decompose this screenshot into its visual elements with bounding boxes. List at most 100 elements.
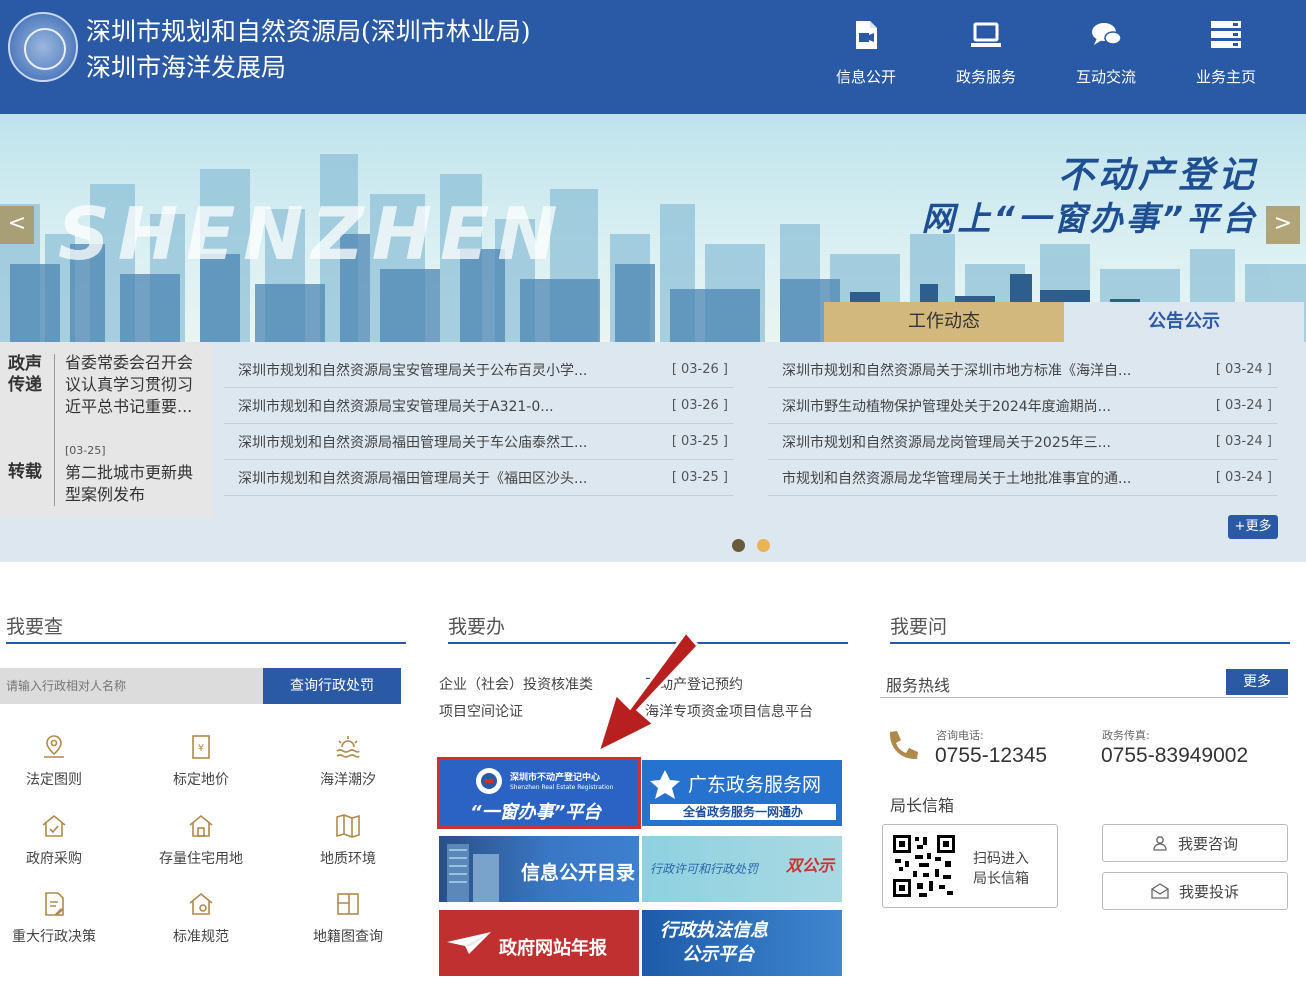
tile-guangdong-services[interactable]: 广东政务服务网 全省政务服务一网通办 xyxy=(642,760,842,826)
mailbox-title: 局长信箱 xyxy=(890,796,955,815)
query-item-standards[interactable]: 标准规范 xyxy=(141,890,261,946)
news-date: [ 03-24 ] xyxy=(1215,362,1272,377)
tile-one-window-platform[interactable]: 深圳市不动产登记中心 Shenzhen Real Estate Registra… xyxy=(437,757,641,829)
tab-announcements[interactable]: 公告公示 xyxy=(1064,302,1304,342)
penalty-search-button[interactable]: 查询行政处罚 xyxy=(263,668,401,704)
news-row[interactable]: 深圳市规划和自然资源局宝安管理局关于A321-0... [ 03-26 ] xyxy=(224,388,734,424)
bureau-emblem xyxy=(8,12,78,82)
hotline-header: 服务热线 更多 xyxy=(880,666,1288,698)
tile-title: “一窗办事”平台 xyxy=(470,802,602,823)
query-item-geology[interactable]: 地质环境 xyxy=(288,812,408,868)
section-title-text: 我要查 xyxy=(6,616,64,638)
query-item-land-price[interactable]: ¥ 标定地价 xyxy=(141,733,261,789)
registration-center-logo-icon xyxy=(476,768,502,794)
news-row[interactable]: 深圳市规划和自然资源局龙岗管理局关于2025年三... [ 03-24 ] xyxy=(768,424,1278,460)
query-item-residential-land[interactable]: 存量住宅用地 xyxy=(141,812,261,868)
side-news-item-1[interactable]: 省委常委会召开会议认真学习贯彻习近平总书记重要... xyxy=(65,352,195,418)
nav-item-gov-services[interactable]: 政务服务 xyxy=(926,0,1046,114)
tile-title: 信息公开目录 xyxy=(521,862,636,884)
penalty-search-input[interactable] xyxy=(0,668,263,704)
section-title-text: 我要问 xyxy=(890,616,948,638)
server-stack-icon xyxy=(1211,21,1241,48)
envelope-open-icon xyxy=(1151,883,1169,899)
news-tabs: 工作动态 公告公示 xyxy=(824,302,1304,342)
sunrise-waves-icon xyxy=(336,736,360,758)
qr-caption-line: 扫码进入 xyxy=(973,851,1029,867)
tab-work-news[interactable]: 工作动态 xyxy=(824,302,1064,342)
carousel-dot-2[interactable] xyxy=(757,539,770,552)
consult-button[interactable]: 我要咨询 xyxy=(1102,824,1288,862)
query-item-major-decision[interactable]: 重大行政决策 xyxy=(0,890,114,946)
news-title: 深圳市规划和自然资源局关于深圳市地方标准《海洋自... xyxy=(782,362,1132,379)
query-item-tide[interactable]: 海洋潮汐 xyxy=(288,733,408,789)
phone-icon xyxy=(889,731,918,760)
site-title[interactable]: 深圳市规划和自然资源局(深圳市林业局) 深圳市海洋发展局 xyxy=(86,14,531,86)
news-title: 深圳市规划和自然资源局福田管理局关于车公庙泰然工... xyxy=(238,434,588,451)
user-icon xyxy=(1153,836,1167,851)
news-date: [ 03-24 ] xyxy=(1215,470,1272,485)
query-item-procurement[interactable]: 政府采购 xyxy=(0,812,114,868)
news-title: 深圳市规划和自然资源局宝安管理局关于公布百灵小学... xyxy=(238,362,588,379)
consult-button-label: 我要咨询 xyxy=(1177,834,1238,853)
hotline-more-button[interactable]: 更多 xyxy=(1226,669,1288,695)
news-row[interactable]: 深圳市规划和自然资源局关于深圳市地方标准《海洋自... [ 03-24 ] xyxy=(768,352,1278,388)
section-title-text: 我要办 xyxy=(448,616,506,638)
news-list-left: 深圳市规划和自然资源局宝安管理局关于公布百灵小学... [ 03-26 ] 深圳市… xyxy=(224,352,734,496)
query-item-label: 标准规范 xyxy=(173,929,229,945)
tile-info-catalog[interactable]: 信息公开目录 xyxy=(439,836,639,902)
news-row[interactable]: 深圳市规划和自然资源局福田管理局关于《福田区沙头... [ 03-25 ] xyxy=(224,460,734,496)
banner-next-button[interactable]: > xyxy=(1266,206,1300,244)
side-news-box: 政声传递 省委常委会召开会议认真学习贯彻习近平总书记重要... [03-25] … xyxy=(0,342,212,518)
section-title-query: 我要查 xyxy=(6,612,406,644)
paper-plane-icon xyxy=(447,932,491,954)
news-date: [ 03-26 ] xyxy=(671,362,728,377)
query-item-label: 政府采购 xyxy=(26,851,82,867)
site-title-line1: 深圳市规划和自然资源局(深圳市林业局) xyxy=(86,17,531,46)
chat-bubbles-icon xyxy=(1092,23,1122,45)
query-item-statutory-plan[interactable]: 法定图则 xyxy=(0,733,114,789)
site-title-line2: 深圳市海洋发展局 xyxy=(86,53,287,82)
document-video-icon xyxy=(856,21,877,49)
phone-number[interactable]: 0755-12345 xyxy=(935,744,1047,768)
query-item-label: 地籍图查询 xyxy=(313,929,383,945)
tile-double-publicity[interactable]: 行政许可和行政处罚 双公示 xyxy=(642,836,842,902)
side-label-reprint: 转载 xyxy=(8,462,42,482)
news-date: [ 03-24 ] xyxy=(1215,434,1272,449)
tile-title: 公示平台 xyxy=(682,944,754,965)
carousel-dot-1[interactable] xyxy=(732,539,745,552)
house-check-icon xyxy=(42,814,66,837)
news-list-right: 深圳市规划和自然资源局关于深圳市地方标准《海洋自... [ 03-24 ] 深圳市… xyxy=(768,352,1278,496)
nav-label: 信息公开 xyxy=(835,68,896,86)
nav-item-business-home[interactable]: 业务主页 xyxy=(1166,0,1286,114)
query-item-label: 法定图则 xyxy=(26,772,82,788)
folded-map-icon xyxy=(336,814,360,838)
complain-button-label: 我要投诉 xyxy=(1178,882,1239,901)
complain-button[interactable]: 我要投诉 xyxy=(1102,872,1288,910)
side-news-item-2[interactable]: 第二批城市更新典型案例发布 xyxy=(65,462,195,506)
side-label-policy: 政声传递 xyxy=(8,354,42,395)
news-row[interactable]: 深圳市规划和自然资源局宝安管理局关于公布百灵小学... [ 03-26 ] xyxy=(224,352,734,388)
tile-annual-report[interactable]: 政府网站年报 xyxy=(439,910,639,976)
query-item-cadastral-map[interactable]: 地籍图查询 xyxy=(288,890,408,946)
tile-text: 深圳市不动产登记中心 xyxy=(510,773,601,783)
nav-item-info-public[interactable]: 信息公开 xyxy=(806,0,926,114)
laptop-icon xyxy=(971,22,1001,47)
news-row[interactable]: 深圳市野生动植物保护管理处关于2024年度逾期尚... [ 03-24 ] xyxy=(768,388,1278,424)
qr-caption-line: 局长信箱 xyxy=(973,871,1029,887)
news-row[interactable]: 市规划和自然资源局龙华管理局关于土地批准事宜的通... [ 03-24 ] xyxy=(768,460,1278,496)
banner-prev-button[interactable]: < xyxy=(0,206,34,244)
nav-item-interaction[interactable]: 互动交流 xyxy=(1046,0,1166,114)
mailbox-qr-box[interactable]: 扫码进入 局长信箱 xyxy=(882,824,1058,908)
handle-link-investment[interactable]: 企业（社会）投资核准类 项目空间论证 xyxy=(439,672,593,726)
query-item-label: 重大行政决策 xyxy=(12,929,96,945)
banner-title-1: 不动产登记 xyxy=(1057,155,1258,196)
news-row[interactable]: 深圳市规划和自然资源局福田管理局关于车公庙泰然工... [ 03-25 ] xyxy=(224,424,734,460)
news-more-button[interactable]: +更多 xyxy=(1228,515,1278,539)
guangdong-logo-icon xyxy=(650,770,680,799)
hotline-title: 服务热线 xyxy=(886,676,951,695)
side-news-date: [03-25] xyxy=(65,444,106,457)
nav-label: 互动交流 xyxy=(1075,68,1136,86)
phone-label: 咨询电话: xyxy=(936,729,984,742)
main-nav: 信息公开 政务服务 互动交流 业务主页 xyxy=(806,0,1286,114)
tile-law-enforcement[interactable]: 行政执法信息 公示平台 xyxy=(642,910,842,976)
